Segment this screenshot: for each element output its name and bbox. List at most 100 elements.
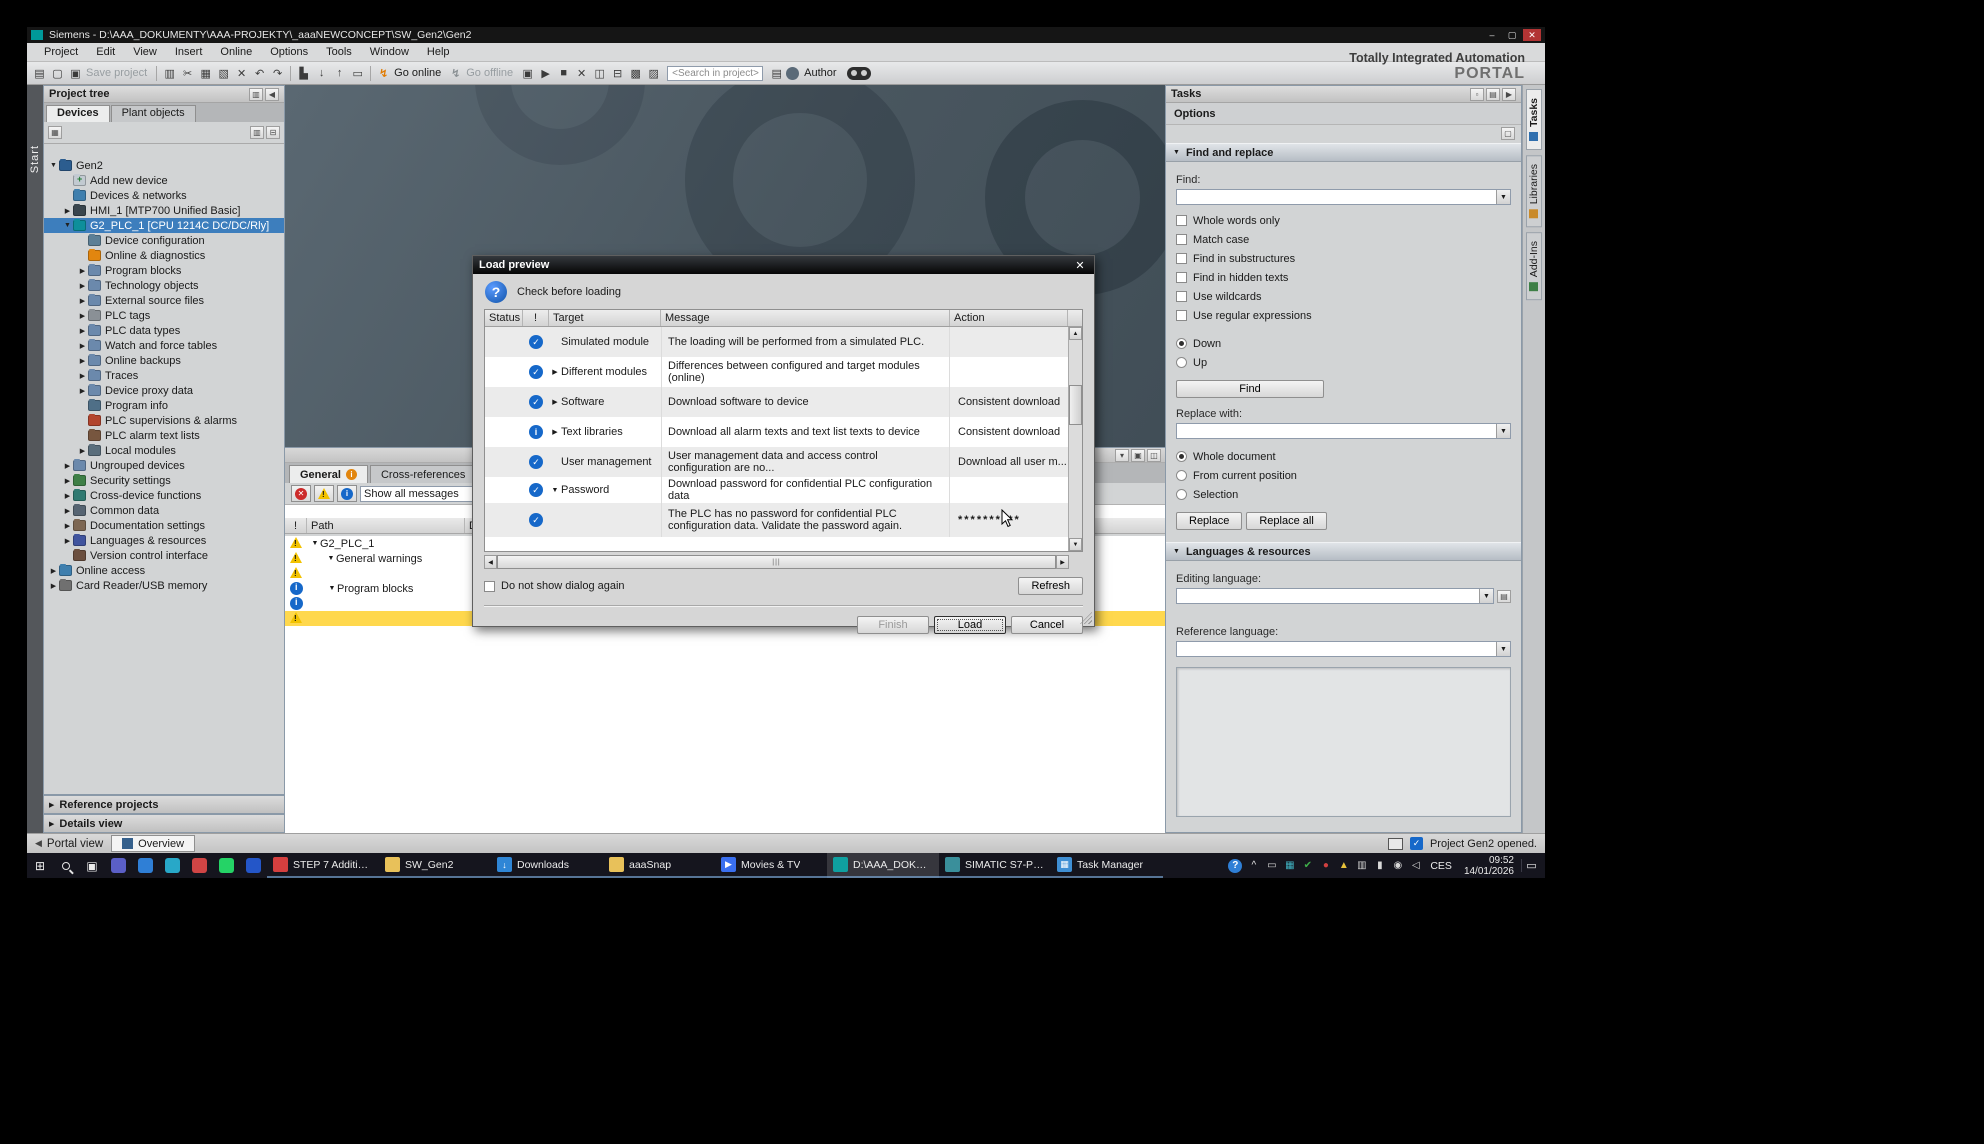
go-offline-icon[interactable]: ↯ [447, 65, 464, 82]
column-settings-icon[interactable]: ▥ [250, 126, 264, 139]
warning-tray-icon[interactable]: ▲ [1335, 860, 1352, 871]
scroll-up-icon[interactable]: ▲ [1069, 327, 1082, 340]
collapse-panel-icon[interactable]: ◀ [265, 88, 279, 101]
download-to-device-icon[interactable]: ↓ [313, 65, 330, 82]
taskbar-app-button[interactable]: SIMATIC S7-PLCSIM [939, 853, 1051, 878]
scroll-down-icon[interactable]: ▼ [1069, 538, 1082, 551]
tab-general[interactable]: General i [289, 465, 368, 483]
expand-arrow-icon[interactable] [77, 312, 88, 320]
pinned-tv-icon[interactable] [246, 858, 261, 873]
tree-item[interactable]: Cross-device functions [44, 488, 284, 503]
chevron-down-icon[interactable]: ▼ [1496, 642, 1510, 656]
open-project-icon[interactable]: ▢ [49, 65, 66, 82]
pinned-chat-icon[interactable] [111, 858, 126, 873]
expand-arrow-icon[interactable] [62, 477, 73, 485]
scope-radio[interactable]: From current position [1176, 466, 1511, 485]
pinned-store-icon[interactable] [165, 858, 180, 873]
save-project-icon[interactable]: ▣ [67, 65, 84, 82]
direction-radio[interactable]: Up [1176, 353, 1511, 372]
expand-arrow-icon[interactable] [77, 267, 88, 275]
expand-arrow-icon[interactable] [77, 357, 88, 365]
find-button[interactable]: Find [1176, 380, 1324, 398]
tree-item[interactable]: Technology objects [44, 278, 284, 293]
expand-arrow-icon[interactable] [549, 368, 561, 376]
expand-arrow-icon[interactable] [62, 537, 73, 545]
undo-icon[interactable]: ↶ [251, 65, 268, 82]
tree-item[interactable]: PLC tags [44, 308, 284, 323]
do-not-show-checkbox[interactable] [484, 581, 495, 592]
load-preview-row[interactable]: User management User management data and… [485, 447, 1068, 477]
expand-arrow-icon[interactable] [62, 507, 73, 515]
tree-item[interactable]: Online access [44, 563, 284, 578]
options-panel-icon[interactable]: ▢ [1501, 127, 1515, 140]
tree-item[interactable]: G2_PLC_1 [CPU 1214C DC/DC/Rly] [44, 218, 284, 233]
expand-arrow-icon[interactable] [77, 297, 88, 305]
copy-icon[interactable]: ▦ [197, 65, 214, 82]
details-view-bar[interactable]: ▶ Details view [43, 814, 285, 833]
find-option-checkbox[interactable]: Find in hidden texts [1176, 268, 1511, 287]
menu-item[interactable]: Options [261, 44, 317, 60]
start-strip[interactable]: Start [27, 85, 43, 833]
chevron-down-icon[interactable]: ▼ [1496, 424, 1510, 438]
tree-item[interactable]: Ungrouped devices [44, 458, 284, 473]
expand-arrow-icon[interactable] [62, 462, 73, 470]
taskbar-app-button[interactable]: D:\AAA_DOKUME... [827, 853, 939, 878]
maximize-button[interactable]: ▢ [1503, 29, 1521, 41]
taskbar-app-button[interactable]: ▶ Movies & TV [715, 853, 827, 878]
inspector-split-icon[interactable]: ◫ [1147, 449, 1161, 462]
expand-arrow-icon[interactable] [48, 162, 59, 169]
horizontal-scrollbar[interactable]: ◀ ||| ▶ [484, 555, 1069, 569]
expand-arrow-icon[interactable] [549, 398, 561, 406]
expand-arrow-icon[interactable] [48, 582, 59, 590]
side-tab[interactable]: Libraries [1526, 155, 1542, 227]
expand-arrow-icon[interactable] [62, 207, 73, 215]
go-offline-label[interactable]: Go offline [466, 67, 513, 79]
load-button[interactable]: Load [934, 616, 1006, 634]
save-project-label[interactable]: Save project [86, 67, 147, 79]
start-button[interactable]: ⊞ [27, 853, 53, 878]
volume-icon[interactable]: ◁ [1407, 860, 1424, 871]
taskbar-app-button[interactable]: ↓ Downloads [491, 853, 603, 878]
expand-arrow-icon[interactable] [77, 282, 88, 290]
languages-section-header[interactable]: ▼ Languages & resources [1166, 542, 1521, 561]
expand-arrow-icon[interactable] [62, 522, 73, 530]
taskbar-app-button[interactable]: aaaSnap [603, 853, 715, 878]
update-tray-icon[interactable]: ● [1317, 860, 1334, 871]
load-preview-row[interactable]: Password Download password for confident… [485, 477, 1068, 503]
compile-icon[interactable]: ▙ [295, 65, 312, 82]
split-editor-horizontal-icon[interactable]: ⊟ [609, 65, 626, 82]
collapse-panel-icon[interactable]: ▶ [1502, 88, 1516, 101]
inspector-collapse-icon[interactable]: ▾ [1115, 449, 1129, 462]
menu-item[interactable]: Edit [87, 44, 124, 60]
action-value[interactable]: Consistent download [950, 426, 1068, 438]
tree-item[interactable]: Add new device [44, 173, 284, 188]
dialog-close-icon[interactable]: ✕ [1072, 259, 1088, 272]
load-preview-row[interactable]: Software Download software to device Con… [485, 387, 1068, 417]
reference-language-select[interactable]: ▼ [1176, 641, 1511, 657]
search-button[interactable] [53, 853, 79, 878]
refresh-button[interactable]: Refresh [1018, 577, 1083, 595]
expand-arrow-icon[interactable] [77, 372, 88, 380]
split-editor-vertical-icon[interactable]: ◫ [591, 65, 608, 82]
float-panel-icon[interactable]: ▤ [1486, 88, 1500, 101]
network-icon[interactable]: ◉ [1389, 860, 1406, 871]
scope-radio[interactable]: Selection [1176, 485, 1511, 504]
tree-item[interactable]: Traces [44, 368, 284, 383]
load-preview-row[interactable]: Text libraries Download all alarm texts … [485, 417, 1068, 447]
load-preview-row[interactable]: Simulated module The loading will be per… [485, 327, 1068, 357]
inspector-maximize-icon[interactable]: ▣ [1131, 449, 1145, 462]
vertical-scrollbar[interactable]: ▲ ▼ [1068, 327, 1082, 551]
expand-arrow-icon[interactable] [62, 222, 73, 229]
task-view-button[interactable]: ▣ [79, 853, 105, 878]
print-icon[interactable]: ▥ [161, 65, 178, 82]
scrollbar-thumb[interactable]: ||| [497, 555, 1056, 569]
find-option-checkbox[interactable]: Whole words only [1176, 211, 1511, 230]
action-value[interactable]: Download all user m... [950, 456, 1068, 468]
cross-reference-icon[interactable]: ▩ [627, 65, 644, 82]
tree-item[interactable]: Online backups [44, 353, 284, 368]
load-preview-row[interactable]: The PLC has no password for confidential… [485, 503, 1068, 537]
chevron-down-icon[interactable]: ▼ [1479, 589, 1493, 603]
delete-icon[interactable]: ✕ [233, 65, 250, 82]
filter-warnings-button[interactable] [314, 485, 334, 502]
accessible-devices-icon[interactable]: ▣ [519, 65, 536, 82]
